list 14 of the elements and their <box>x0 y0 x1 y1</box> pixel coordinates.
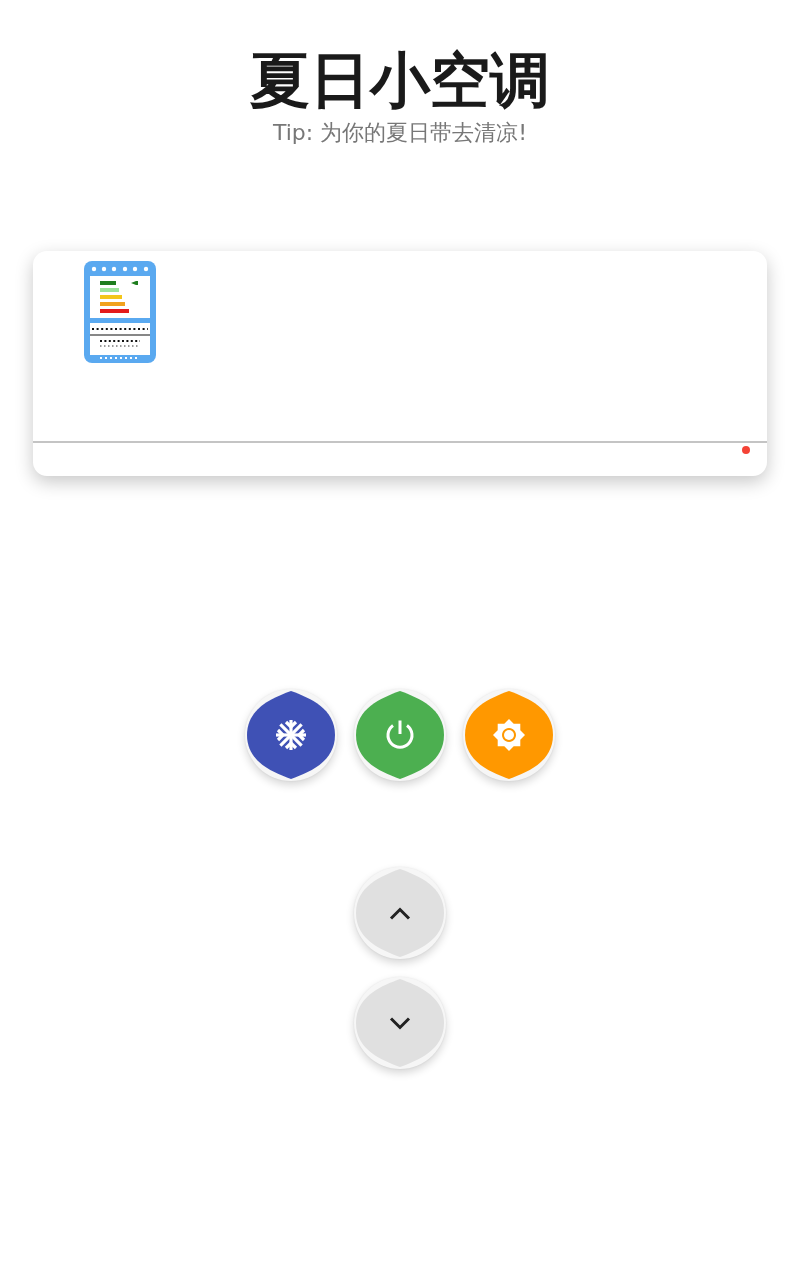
app-title: 夏日小空调 <box>250 44 550 116</box>
energy-label-icon <box>84 261 156 363</box>
power-button[interactable] <box>354 689 446 781</box>
temperature-up-button[interactable] <box>354 867 446 959</box>
sun-icon <box>493 719 525 751</box>
chevron-up-icon <box>389 906 411 920</box>
snowflake-icon <box>275 719 307 751</box>
chevron-down-icon <box>389 1016 411 1030</box>
temperature-down-button[interactable] <box>354 977 446 1069</box>
cool-mode-button[interactable] <box>245 689 337 781</box>
tip-text: Tip: 为你的夏日带去清凉! <box>272 119 528 147</box>
power-icon <box>384 719 416 751</box>
indicator-light-icon <box>742 446 750 454</box>
heat-mode-button[interactable] <box>463 689 555 781</box>
